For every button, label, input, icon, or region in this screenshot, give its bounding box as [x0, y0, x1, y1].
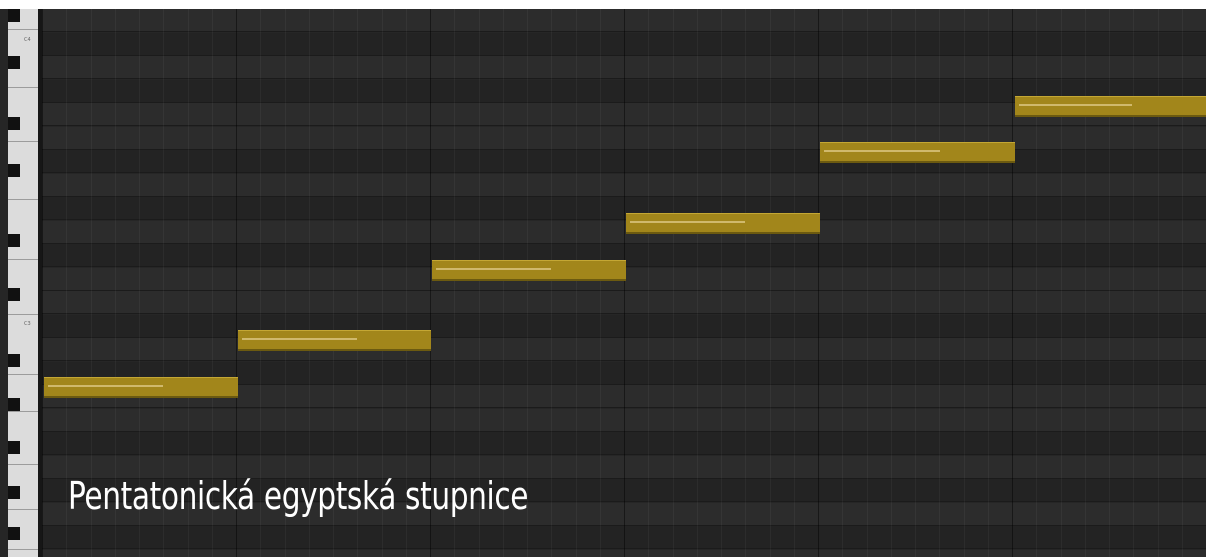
grid-line [842, 9, 843, 557]
grid-line [915, 9, 916, 557]
white-key-divider [8, 141, 38, 142]
grid-line [964, 9, 965, 557]
grid-line [867, 9, 868, 557]
scale-caption: Pentatonická egyptská stupnice [68, 474, 529, 518]
white-key-divider [8, 464, 38, 465]
velocity-line [1019, 104, 1132, 106]
black-key[interactable] [8, 234, 20, 247]
white-key-divider [8, 314, 38, 315]
grid-line [624, 9, 625, 557]
black-key[interactable] [8, 164, 20, 177]
velocity-line [436, 268, 551, 270]
grid-line [1182, 9, 1183, 557]
black-key[interactable] [8, 398, 20, 411]
velocity-line [48, 385, 163, 387]
black-key[interactable] [8, 441, 20, 454]
grid-line [939, 9, 940, 557]
note-2[interactable] [238, 330, 431, 351]
black-key[interactable] [8, 117, 20, 130]
grid-line [770, 9, 771, 557]
grid-line [600, 9, 601, 557]
grid-line [1061, 9, 1062, 557]
white-key-divider [8, 549, 38, 550]
velocity-line [630, 221, 745, 223]
white-key-divider [8, 29, 38, 30]
grid-line [576, 9, 577, 557]
black-key[interactable] [8, 56, 20, 69]
black-key[interactable] [8, 9, 20, 22]
black-key[interactable] [8, 527, 20, 540]
grid-line [745, 9, 746, 557]
grid-line [1133, 9, 1134, 557]
grid-line [697, 9, 698, 557]
octave-label-c4: C4 [24, 37, 31, 43]
grid-line [648, 9, 649, 557]
white-key-divider [8, 509, 38, 510]
note-4[interactable] [626, 213, 820, 234]
grid-line [1036, 9, 1037, 557]
grid-line [988, 9, 989, 557]
grid-line [1085, 9, 1086, 557]
grid-line [551, 9, 552, 557]
grid-line [818, 9, 819, 557]
grid-line [794, 9, 795, 557]
white-key-divider [8, 199, 38, 200]
grid-line [673, 9, 674, 557]
note-3[interactable] [432, 260, 626, 281]
grid-line [1158, 9, 1159, 557]
piano-keyboard[interactable]: C4 C3 [8, 9, 39, 557]
black-key[interactable] [8, 354, 20, 367]
white-key-divider [8, 87, 38, 88]
grid-line [66, 9, 67, 557]
velocity-line [242, 338, 357, 340]
note-1[interactable] [44, 377, 238, 398]
black-key[interactable] [8, 288, 20, 301]
velocity-line [824, 150, 940, 152]
grid-line [721, 9, 722, 557]
white-key-divider [8, 374, 38, 375]
grid-line [891, 9, 892, 557]
white-key-divider [8, 259, 38, 260]
note-5[interactable] [820, 142, 1015, 163]
note-6[interactable] [1015, 96, 1206, 117]
black-key[interactable] [8, 486, 20, 499]
grid-line [1109, 9, 1110, 557]
grid-line [42, 9, 43, 557]
white-key-divider [8, 411, 38, 412]
grid-line [1012, 9, 1013, 557]
octave-label-c3: C3 [24, 321, 31, 327]
